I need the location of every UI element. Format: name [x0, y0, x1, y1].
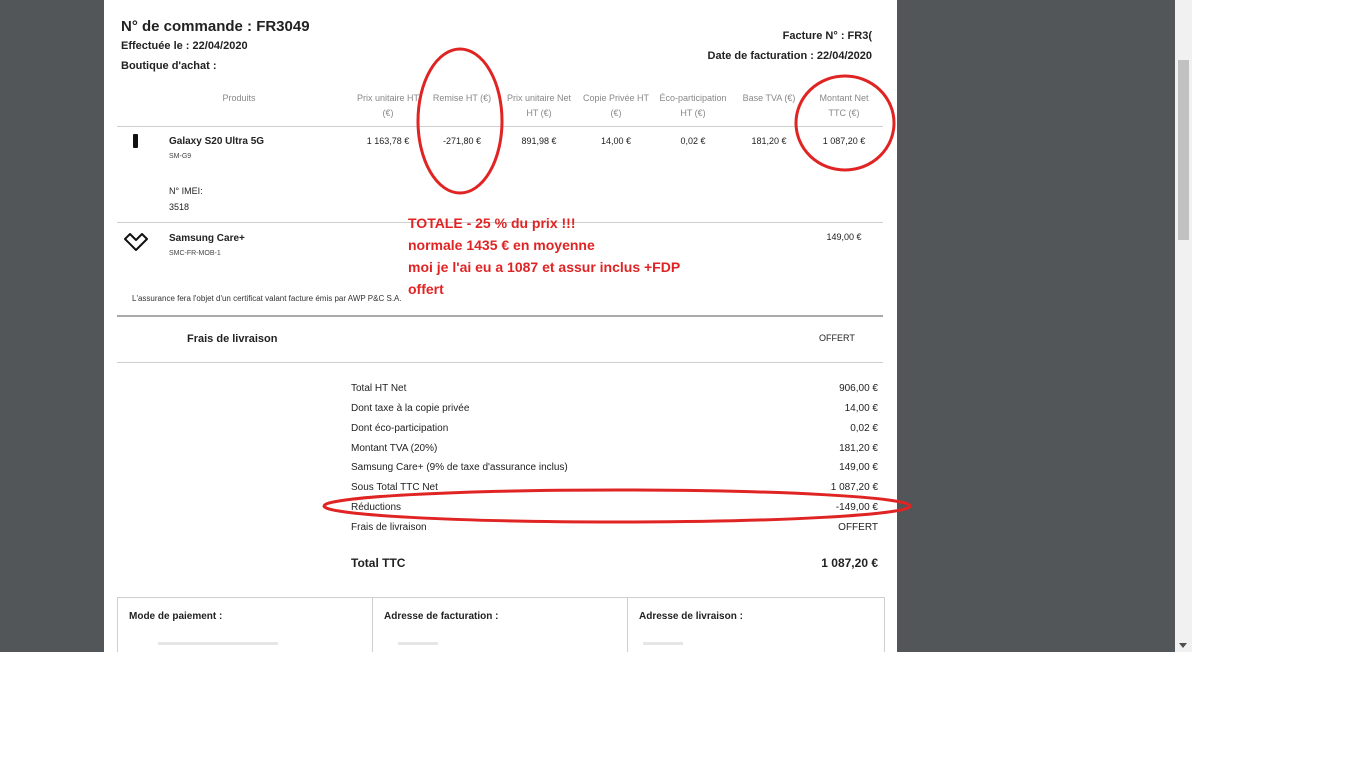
- annotation-line-2: normale 1435 € en moyenne: [408, 237, 595, 253]
- discount-circle: [416, 47, 504, 195]
- scrollbar-thumb[interactable]: [1178, 60, 1189, 240]
- annotation-overlay: [322, 47, 912, 524]
- vertical-scrollbar[interactable]: [1175, 0, 1192, 652]
- annotation-text: TOTALE - 25 % du prix !!! normale 1435 €…: [408, 212, 680, 300]
- annotation-line-4: offert: [408, 281, 444, 297]
- net-ttc-circle: [794, 74, 896, 172]
- scroll-down-arrow-icon[interactable]: [1179, 643, 1187, 648]
- reductions-ellipse: [322, 488, 912, 524]
- annotation-line-1: TOTALE - 25 % du prix !!!: [408, 215, 576, 231]
- annotation-line-3: moi je l'ai eu a 1087 et assur inclus +F…: [408, 259, 681, 275]
